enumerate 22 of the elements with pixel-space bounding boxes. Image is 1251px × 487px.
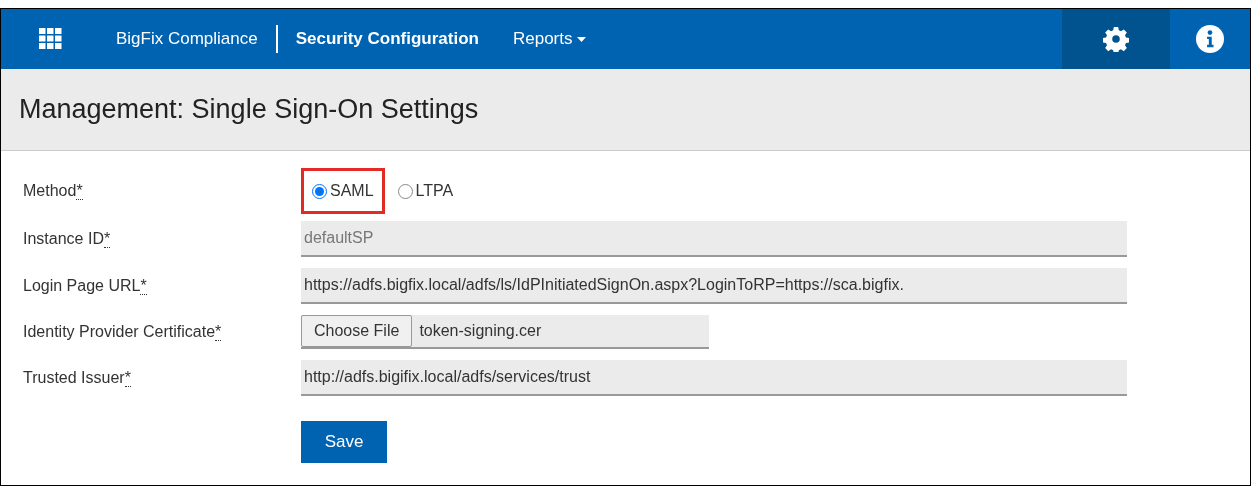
app-grid-icon[interactable]: [39, 28, 63, 50]
field-label: Trusted Issuer*: [23, 367, 132, 389]
field-label: Identity Provider Certificate*: [23, 321, 223, 343]
text-field[interactable]: https://adfs.bigfix.local/adfs/ls/IdPInitiatedSignOn.aspx?LoginToRP=https://sca.bigfix.: [301, 267, 1127, 304]
settings-button[interactable]: [1062, 9, 1170, 69]
nav-tab[interactable]: Reports: [512, 26, 586, 52]
file-field[interactable]: Choose File token-signing.cer: [301, 314, 709, 349]
page-title: Management: Single Sign-On Settings: [19, 93, 479, 127]
radio-option[interactable]: LTPA: [386, 168, 465, 214]
info-icon: [1196, 25, 1224, 53]
product-name[interactable]: BigFix Compliance: [116, 26, 258, 52]
nav-tab[interactable]: Security Configuration: [295, 26, 479, 52]
field-label: Method*: [23, 181, 84, 202]
save-button[interactable]: Save: [301, 421, 387, 463]
caret-icon: [576, 36, 586, 42]
field-label: Login Page URL*: [23, 275, 148, 297]
text-field[interactable]: http://adfs.bigifix.local/adfs/services/trust: [301, 359, 1127, 396]
settings-icon: [1103, 26, 1129, 52]
field-label: Instance ID*: [23, 228, 112, 250]
radio-option[interactable]: SAML: [301, 168, 385, 214]
choose-file-button[interactable]: Choose File: [301, 314, 413, 347]
file-name: token-signing.cer: [419, 320, 542, 341]
